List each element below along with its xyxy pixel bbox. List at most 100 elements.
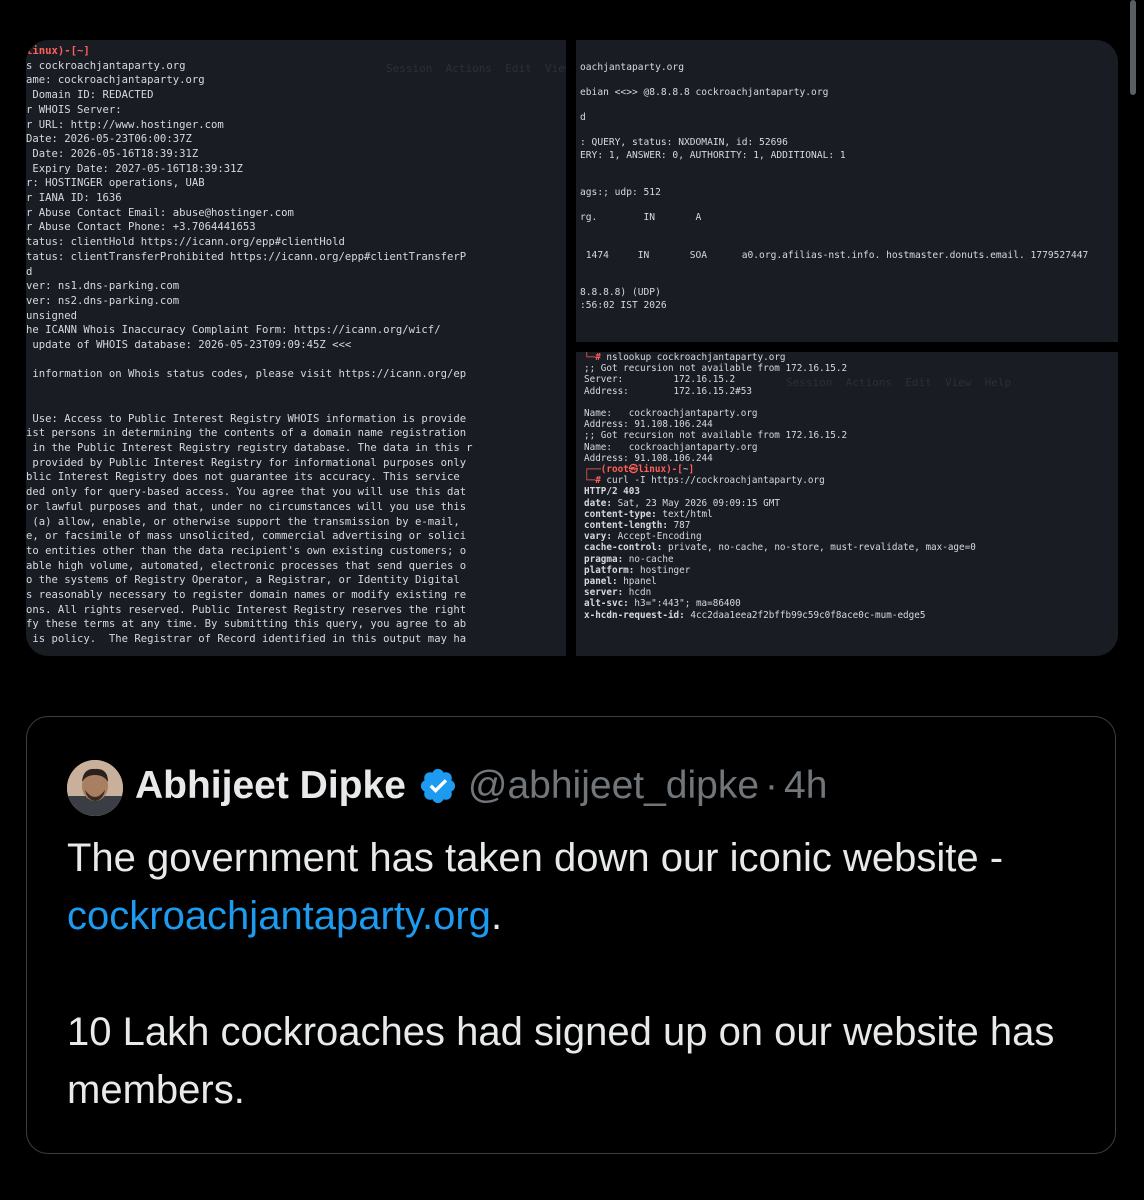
nslookup-line: Server: 172.16.15.2 — [584, 374, 736, 386]
whois-line: r Abuse Contact Email: abuse@hostinger.c… — [26, 206, 294, 219]
whois-line: r WHOIS Server: — [26, 103, 122, 116]
http-header-key: content-type: — [584, 508, 657, 520]
whois-line: o the systems of Registry Operator, a Re… — [26, 574, 460, 587]
whois-line: tatus: clientTransferProhibited https://… — [26, 250, 467, 263]
curl-command: curl -I https://cockroachjantaparty.org — [606, 475, 825, 487]
terminal-curl-screenshot[interactable]: Session Actions Edit View Help └─# nsloo… — [576, 352, 1118, 656]
verified-badge-icon — [420, 768, 455, 804]
http-header-key: content-length: — [584, 520, 668, 532]
http-header-value: Accept-Encoding — [617, 531, 702, 543]
terminal-prompt: linux)-[~] — [26, 45, 90, 57]
http-header-key: panel: — [584, 576, 618, 588]
http-header-value: hpanel — [623, 576, 657, 588]
whois-line: he ICANN Whois Inaccuracy Complaint Form… — [26, 324, 441, 337]
whois-line: information on Whois status codes, pleas… — [32, 368, 467, 381]
curl-output: └─# nslookup cockroachjantaparty.org ;; … — [584, 352, 976, 621]
http-header-key: server: — [584, 587, 624, 599]
tweet-author-row: Abhijeet Dipke @abhijeet_dipke · 4h — [135, 761, 827, 811]
dig-line: 1474 IN SOA a0.org.afilias-nst.info. hos… — [585, 249, 1089, 261]
whois-line: tatus: clientHold https://icann.org/epp#… — [26, 236, 345, 249]
ghost-window-title: Session Actions Edit View Help — [386, 62, 566, 75]
whois-line: in the Public Interest Registry registry… — [32, 441, 473, 454]
whois-line: (a) allow, enable, or otherwise support … — [32, 515, 460, 528]
separator-dot: · — [765, 764, 779, 807]
dig-line: d — [580, 112, 586, 123]
http-header-key: vary: — [584, 531, 612, 543]
whois-line: s reasonably necessary to register domai… — [26, 589, 467, 602]
whois-line: blic Interest Registry does not guarante… — [26, 471, 460, 484]
author-name[interactable]: Abhijeet Dipke — [135, 764, 406, 808]
whois-line: Expiry Date: 2027-05-16T18:39:31Z — [32, 162, 243, 175]
whois-lines: s cockroachjantaparty.org ame: cockroach… — [26, 60, 472, 645]
http-header-value: h3=":443"; ma=86400 — [634, 598, 741, 610]
nslookup-line: Address: 91.108.106.244 — [584, 419, 713, 431]
nslookup-line: ;; Got recursion not available from 172.… — [584, 430, 848, 442]
http-header-key: alt-svc: — [584, 598, 629, 610]
nslookup-line: Name: cockroachjantaparty.org — [584, 441, 758, 453]
terminal-dig-screenshot[interactable]: oachjantaparty.org ebian <<>> @8.8.8.8 c… — [576, 40, 1118, 342]
dig-line: ebian <<>> @8.8.8.8 cockroachjantaparty.… — [580, 87, 829, 98]
whois-line: unsigned — [26, 309, 78, 322]
http-header-key: pragma: — [584, 553, 624, 565]
whois-line: to entities other than the data recipien… — [26, 544, 467, 557]
whois-line: r IANA ID: 1636 — [26, 192, 122, 205]
dig-line: ags:; udp: 512 — [580, 187, 661, 198]
whois-line: update of WHOIS database: 2026-05-23T09:… — [32, 339, 352, 352]
whois-line: Use: Access to Public Interest Registry … — [32, 412, 467, 425]
dig-line: oachjantaparty.org — [580, 62, 684, 73]
whois-output: linux)-[~] s cockroachjantaparty.org ame… — [26, 40, 566, 647]
tweet-media-grid[interactable]: Session Actions Edit View Help linux)-[~… — [26, 40, 1118, 656]
page-scrollbar[interactable] — [1130, 0, 1136, 95]
quoted-tweet[interactable]: Abhijeet Dipke @abhijeet_dipke · 4h The … — [26, 716, 1116, 1154]
whois-line: Domain ID: REDACTED — [32, 89, 154, 102]
whois-line: d — [26, 265, 33, 278]
avatar[interactable] — [67, 760, 123, 816]
nslookup-line: Name: cockroachjantaparty.org — [584, 408, 758, 420]
tweet-text-line-2: 10 Lakh cockroaches had signed up on our… — [67, 1010, 1055, 1112]
whois-line: provided by Public Interest Registry for… — [32, 456, 467, 469]
author-handle[interactable]: @abhijeet_dipke — [468, 764, 759, 808]
http-header-value: 4cc2daa1eea2f2bffb99c59c0f8ace0c-mum-edg… — [684, 609, 926, 621]
whois-line: or lawful purposes and that, under no ci… — [26, 500, 467, 513]
dig-line: 8.8.8.8) (UDP) — [580, 287, 661, 298]
whois-line: is policy. The Registrar of Record ident… — [26, 633, 467, 646]
whois-line: ons. All rights reserved. Public Interes… — [26, 603, 467, 616]
whois-line: s cockroachjantaparty.org — [26, 59, 186, 72]
dig-line: : QUERY, status: NXDOMAIN, id: 52696 — [580, 137, 788, 148]
nslookup-line: ;; Got recursion not available from 172.… — [584, 363, 848, 375]
http-header-value: hcdn — [628, 587, 652, 599]
tweet-timestamp[interactable]: 4h — [784, 764, 827, 808]
whois-line: Date: 2026-05-16T18:39:31Z — [32, 147, 199, 160]
terminal-whois-screenshot[interactable]: Session Actions Edit View Help linux)-[~… — [26, 40, 566, 656]
http-header-value: no-cache — [628, 553, 674, 565]
http-header-value: Sat, 23 May 2026 09:09:15 GMT — [617, 497, 780, 509]
whois-line: Date: 2026-05-23T06:00:37Z — [26, 133, 192, 146]
avatar-photo-icon — [67, 760, 123, 816]
whois-line: r URL: http://www.hostinger.com — [26, 118, 224, 131]
dig-output: oachjantaparty.org ebian <<>> @8.8.8.8 c… — [576, 40, 1118, 312]
tweet-text-period: . — [490, 894, 503, 938]
dig-line: rg. IN A — [580, 212, 702, 223]
whois-line: fy these terms at any time. By submittin… — [26, 618, 467, 631]
whois-line: e, or facsimile of mass unsolicited, com… — [26, 530, 467, 543]
tweet-text-line-1: The government has taken down our iconic… — [67, 836, 1004, 880]
whois-line: ver: ns1.dns-parking.com — [26, 280, 180, 293]
http-header-key: date: — [584, 497, 612, 509]
nslookup-command: nslookup cockroachjantaparty.org — [606, 352, 786, 363]
http-header-key: cache-control: — [584, 542, 663, 554]
nslookup-line: Address: 91.108.106.244 — [584, 452, 713, 464]
http-header-value: private, no-cache, no-store, must-revali… — [667, 542, 976, 554]
http-header-value: text/html — [662, 508, 713, 520]
tweet-text: The government has taken down our iconic… — [67, 829, 1077, 1119]
whois-line: ame: cockroachjantaparty.org — [26, 74, 205, 87]
whois-line: able high volume, automated, electronic … — [26, 559, 467, 572]
http-header-value: hostinger — [639, 564, 691, 576]
whois-line: r: HOSTINGER operations, UAB — [26, 177, 205, 190]
dig-line: ERY: 1, ANSWER: 0, AUTHORITY: 1, ADDITIO… — [580, 149, 846, 161]
root-prompt-user: root㉿linux — [606, 464, 667, 476]
tweet-link[interactable]: cockroachjantaparty.org — [67, 894, 491, 938]
ghost-window-title-2: Session Actions Edit View Help — [786, 376, 1012, 389]
http-header-key: x-hcdn-request-id: — [584, 609, 685, 621]
dig-line: :56:02 IST 2026 — [580, 299, 667, 311]
nslookup-line: Address: 172.16.15.2#53 — [584, 385, 752, 397]
